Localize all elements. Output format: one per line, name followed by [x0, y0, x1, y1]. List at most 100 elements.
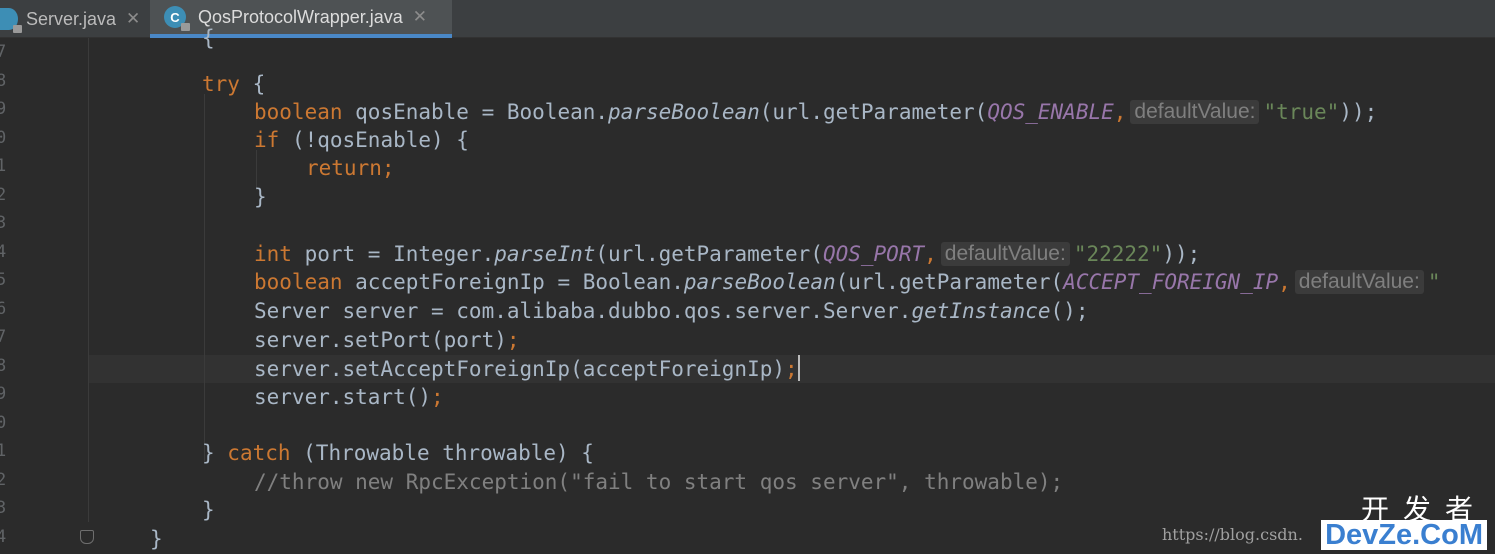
line-number: 7 [0, 327, 7, 347]
keyword-token: return; [306, 156, 395, 180]
line-number: 3 [0, 213, 7, 233]
tab-server-java[interactable]: Server.java ✕ [0, 0, 148, 38]
indent-guide [88, 38, 89, 522]
code-token: (url.getParameter( [595, 242, 823, 266]
code-line: { [202, 24, 215, 52]
code-token: ; [785, 357, 798, 381]
fold-marker-icon[interactable] [80, 530, 94, 544]
code-token: } [150, 527, 163, 551]
code-token: } [202, 498, 215, 522]
line-number: 5 [0, 270, 7, 290]
code-line: server.setAcceptForeignIp(acceptForeignI… [254, 355, 800, 383]
code-editor[interactable]: 7 8 9 0 1 2 3 4 5 6 7 8 9 0 1 2 3 4 { tr… [0, 26, 1495, 554]
indent-guide [204, 94, 205, 462]
constant-token: QOS_PORT [822, 242, 925, 266]
code-token: { [239, 72, 266, 96]
lock-icon [13, 25, 22, 33]
code-token: )); [1162, 242, 1201, 266]
code-token: , [924, 242, 937, 266]
parameter-hint: defaultValue: [940, 242, 1070, 266]
tab-label: Server.java [26, 8, 117, 29]
keyword-token: if [254, 128, 280, 152]
code-line: if (!qosEnable) { [254, 126, 469, 154]
code-token: qosEnable = Boolean. [342, 100, 609, 124]
editor-tab-bar: Server.java ✕ C QosProtocolWrapper.java … [0, 0, 1495, 38]
line-number: 0 [0, 128, 7, 148]
keyword-token: boolean [254, 100, 343, 124]
code-token: , [1278, 270, 1291, 294]
line-number: 0 [0, 413, 7, 433]
close-icon[interactable]: ✕ [126, 9, 140, 29]
line-number: 6 [0, 299, 7, 319]
class-file-icon [0, 8, 22, 33]
class-file-icon: C [164, 6, 190, 31]
code-token: (); [1050, 299, 1089, 323]
tab-label: QosProtocolWrapper.java [198, 6, 403, 27]
code-token: Server server = com.alibaba.dubbo.qos.se… [254, 299, 912, 323]
constant-token: ACCEPT_FOREIGN_IP [1063, 270, 1279, 294]
code-line: server.start(); [254, 383, 444, 411]
code-token: (url.getParameter( [835, 270, 1064, 294]
code-token: ; [506, 328, 520, 352]
code-token: (Throwable throwable) { [290, 441, 594, 465]
keyword-token: int [254, 242, 292, 266]
code-token: ; [431, 385, 444, 409]
line-number: 7 [0, 42, 7, 62]
code-line: return; [306, 154, 395, 182]
close-icon[interactable]: ✕ [413, 7, 427, 27]
parameter-hint: defaultValue: [1294, 270, 1424, 294]
code-line: boolean qosEnable = Boolean.parseBoolean… [254, 98, 1377, 126]
lock-icon [181, 23, 190, 31]
line-number: 4 [0, 527, 7, 547]
parameter-hint: defaultValue: [1130, 100, 1260, 124]
string-token: " [1427, 270, 1441, 294]
method-token: parseInt [494, 242, 596, 266]
code-token: )); [1339, 100, 1378, 124]
code-line: try { [202, 70, 265, 98]
line-number: 8 [0, 356, 7, 376]
constant-token: QOS_ENABLE [987, 100, 1114, 124]
code-token: (!qosEnable) { [279, 128, 469, 152]
line-number-gutter: 7 8 9 0 1 2 3 4 5 6 7 8 9 0 1 2 3 4 [0, 38, 14, 554]
code-line: Server server = com.alibaba.dubbo.qos.se… [254, 297, 1088, 325]
code-token: (url.getParameter( [759, 100, 988, 124]
keyword-token: boolean [254, 270, 343, 294]
tab-qosprotocolwrapper-java[interactable]: C QosProtocolWrapper.java ✕ [150, 0, 452, 38]
code-token: server.start() [254, 385, 432, 409]
line-number: 3 [0, 498, 7, 518]
method-token: getInstance [911, 299, 1051, 323]
code-token: server.setAcceptForeignIp(acceptForeignI… [254, 357, 786, 381]
code-line: boolean acceptForeignIp = Boolean.parseB… [254, 268, 1440, 296]
comment-token: //throw new RpcException("fail to start … [254, 470, 1064, 494]
line-number: 8 [0, 71, 7, 91]
keyword-token: try [202, 72, 240, 96]
keyword-token: catch [227, 441, 291, 465]
code-token: server.setPort(port) [254, 328, 507, 352]
code-token: { [202, 26, 215, 50]
code-line: int port = Integer.parseInt(url.getParam… [254, 240, 1200, 268]
code-line: } [254, 183, 267, 211]
string-token: "22222" [1073, 242, 1163, 266]
code-line: } catch (Throwable throwable) { [202, 439, 594, 467]
line-number: 9 [0, 384, 7, 404]
code-line: server.setPort(port); [254, 326, 520, 354]
code-token: } [254, 185, 267, 209]
line-number: 1 [0, 156, 7, 176]
watermark-url: https://blog.csdn. [1162, 525, 1303, 544]
line-number: 9 [0, 99, 7, 119]
string-token: "true" [1263, 100, 1340, 124]
code-token: acceptForeignIp = Boolean. [342, 270, 684, 294]
line-number: 2 [0, 470, 7, 490]
line-number: 4 [0, 242, 7, 262]
watermark-logo-en: DevZe.CoM [1321, 520, 1487, 550]
code-token: } [202, 441, 228, 465]
code-token: port = Integer. [291, 242, 495, 266]
code-line: //throw new RpcException("fail to start … [254, 468, 1063, 496]
code-token: , [1113, 100, 1127, 124]
line-number: 2 [0, 185, 7, 205]
code-line: } [150, 525, 163, 553]
line-number: 1 [0, 441, 7, 461]
text-caret [797, 355, 800, 381]
code-line: } [202, 496, 215, 524]
watermark: https://blog.csdn. 开发者 DevZe.CoM [1162, 488, 1495, 554]
